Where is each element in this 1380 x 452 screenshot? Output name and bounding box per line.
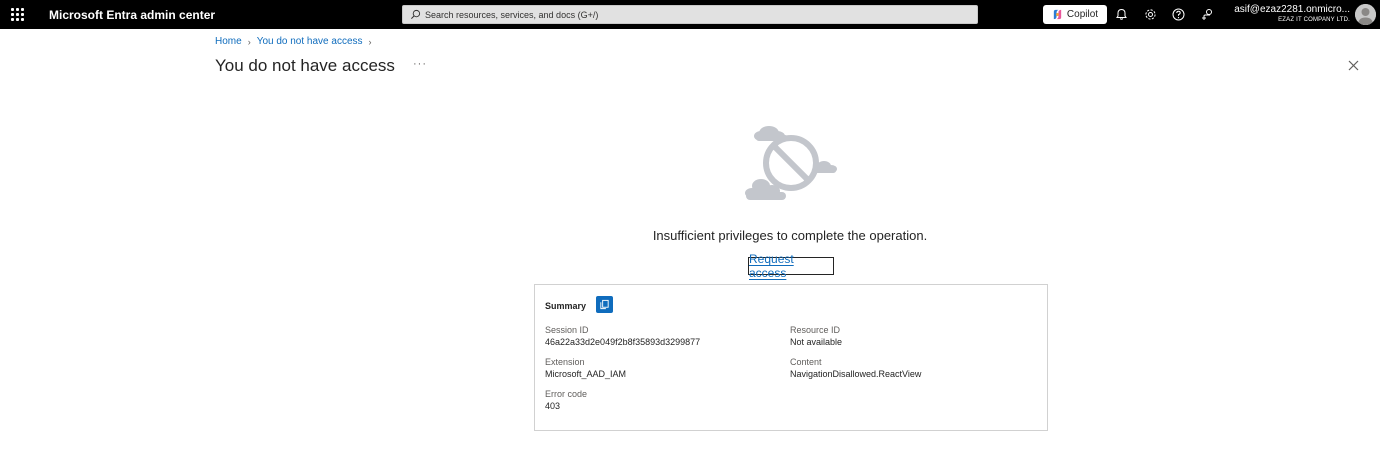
top-navigation-bar: Microsoft Entra admin center Copilot as: [0, 0, 1380, 29]
account-menu[interactable]: asif@ezaz2281.onmicro... EZAZ IT COMPANY…: [1226, 4, 1350, 25]
error-message: Insufficient privileges to complete the …: [652, 228, 928, 243]
summary-title: Summary: [545, 301, 587, 311]
error-code-value: 403: [545, 401, 561, 411]
app-title[interactable]: Microsoft Entra admin center: [49, 8, 215, 22]
app-launcher-icon[interactable]: [11, 8, 24, 21]
content-label: Content: [790, 357, 822, 367]
breadcrumb: Home › You do not have access ›: [215, 36, 378, 47]
extension-label: Extension: [545, 357, 585, 367]
help-icon[interactable]: [1171, 7, 1186, 22]
copy-button[interactable]: [596, 296, 613, 313]
avatar[interactable]: [1355, 4, 1376, 25]
gear-icon[interactable]: [1143, 7, 1158, 22]
request-access-link[interactable]: Request access: [748, 252, 834, 280]
search-box[interactable]: [402, 5, 978, 24]
breadcrumb-chevron-icon: ›: [247, 36, 251, 47]
copilot-icon: [1053, 9, 1062, 20]
search-input[interactable]: [425, 6, 965, 23]
page-title: You do not have access: [215, 56, 395, 75]
error-code-label: Error code: [545, 389, 588, 399]
close-icon[interactable]: [1347, 59, 1360, 72]
account-org: EZAZ IT COMPANY LTD.: [1278, 17, 1350, 23]
breadcrumb-chevron-icon: ›: [368, 36, 372, 47]
search-icon: [411, 9, 421, 19]
breadcrumb-home[interactable]: Home: [215, 36, 242, 47]
summary-panel: Summary Session ID 46a22a33d2e049f2b8f35…: [534, 284, 1048, 431]
bell-icon[interactable]: [1114, 7, 1129, 22]
account-name: asif@ezaz2281.onmicro...: [1234, 4, 1350, 15]
content-value: NavigationDisallowed.ReactView: [790, 369, 922, 379]
no-access-illustration: [745, 126, 837, 200]
avatar-person-icon: [1355, 4, 1376, 25]
copilot-button[interactable]: Copilot: [1043, 5, 1107, 24]
copy-icon: [600, 299, 609, 310]
resource-id-label: Resource ID: [790, 325, 841, 335]
session-id-value: 46a22a33d2e049f2b8f35893d3299877: [545, 337, 701, 347]
session-id-label: Session ID: [545, 325, 589, 335]
more-options-button[interactable]: ···: [413, 58, 427, 70]
extension-value: Microsoft_AAD_IAM: [545, 369, 627, 379]
breadcrumb-current[interactable]: You do not have access: [257, 36, 363, 47]
copilot-label: Copilot: [1066, 9, 1099, 20]
resource-id-value: Not available: [790, 337, 843, 347]
feedback-icon[interactable]: [1200, 7, 1215, 22]
